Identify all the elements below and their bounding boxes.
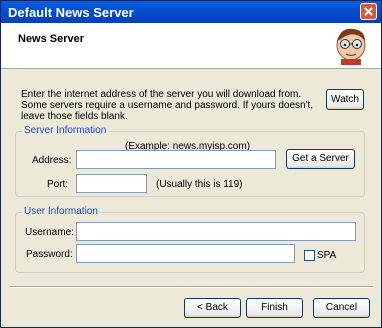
intro-text: Enter the internet address of the server… (21, 89, 314, 122)
watch-button-label: Watch (331, 94, 359, 105)
dialog-window: Default News Server News Server Enter th… (0, 0, 382, 328)
close-icon (364, 7, 373, 16)
port-hint: (Usually this is 119) (156, 179, 243, 190)
server-information-legend: Server Information (22, 125, 109, 136)
username-field[interactable] (76, 222, 356, 241)
close-button[interactable] (360, 3, 377, 20)
watch-button[interactable]: Watch (326, 89, 364, 110)
back-button[interactable]: < Back (184, 298, 241, 318)
user-information-legend: User Information (22, 206, 100, 217)
footer-divider (9, 286, 373, 288)
address-field[interactable] (76, 150, 276, 169)
cancel-button-label: Cancel (325, 302, 358, 313)
port-field[interactable] (76, 174, 147, 193)
finish-button-label: Finish (261, 302, 288, 313)
spa-checkbox[interactable] (304, 250, 315, 261)
get-a-server-label: Get a Server (292, 153, 349, 164)
username-label: Username: (25, 227, 74, 238)
finish-button[interactable]: Finish (246, 298, 303, 318)
spa-label: SPA (317, 250, 337, 261)
title-bar[interactable]: Default News Server (1, 1, 381, 23)
cartoon-character-icon (336, 28, 366, 65)
back-button-label: < Back (197, 302, 228, 313)
get-a-server-button[interactable]: Get a Server (286, 149, 355, 169)
cancel-button[interactable]: Cancel (313, 298, 370, 318)
port-label: Port: (47, 179, 69, 190)
window-title: Default News Server (8, 5, 134, 20)
password-label: Password: (26, 249, 73, 260)
password-field[interactable] (76, 244, 295, 263)
address-label: Address: (32, 155, 72, 166)
page-title: News Server (18, 33, 85, 45)
wizard-header: News Server (1, 23, 381, 69)
